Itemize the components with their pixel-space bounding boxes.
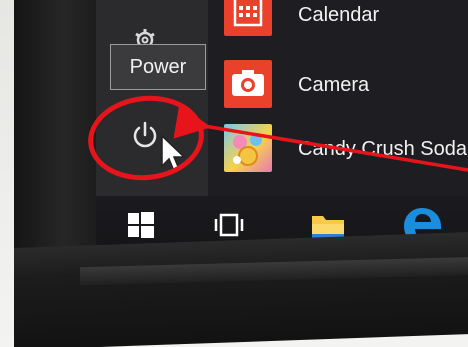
- candy-crush-tile[interactable]: [224, 124, 272, 172]
- settings-icon[interactable]: [130, 22, 160, 44]
- windows-start-icon[interactable]: [126, 210, 156, 240]
- candy-crush-icon: [233, 134, 262, 166]
- monitor-bezel-left: [14, 0, 96, 252]
- camera-icon: [232, 70, 264, 96]
- app-list: Calendar Camera Candy Crush Soda: [208, 0, 468, 196]
- app-label-candy-crush[interactable]: Candy Crush Soda: [298, 138, 467, 161]
- app-label-calendar[interactable]: Calendar: [298, 4, 379, 27]
- calendar-icon: [233, 0, 263, 27]
- app-label-camera[interactable]: Camera: [298, 74, 369, 97]
- photo: Calendar Camera Candy Crush Soda Power: [0, 0, 468, 347]
- power-tooltip: Power: [110, 44, 206, 90]
- monitor-bezel-bottom: [14, 231, 468, 347]
- calendar-tile[interactable]: [224, 0, 272, 36]
- camera-tile[interactable]: [224, 60, 272, 108]
- task-view-icon[interactable]: [212, 210, 246, 240]
